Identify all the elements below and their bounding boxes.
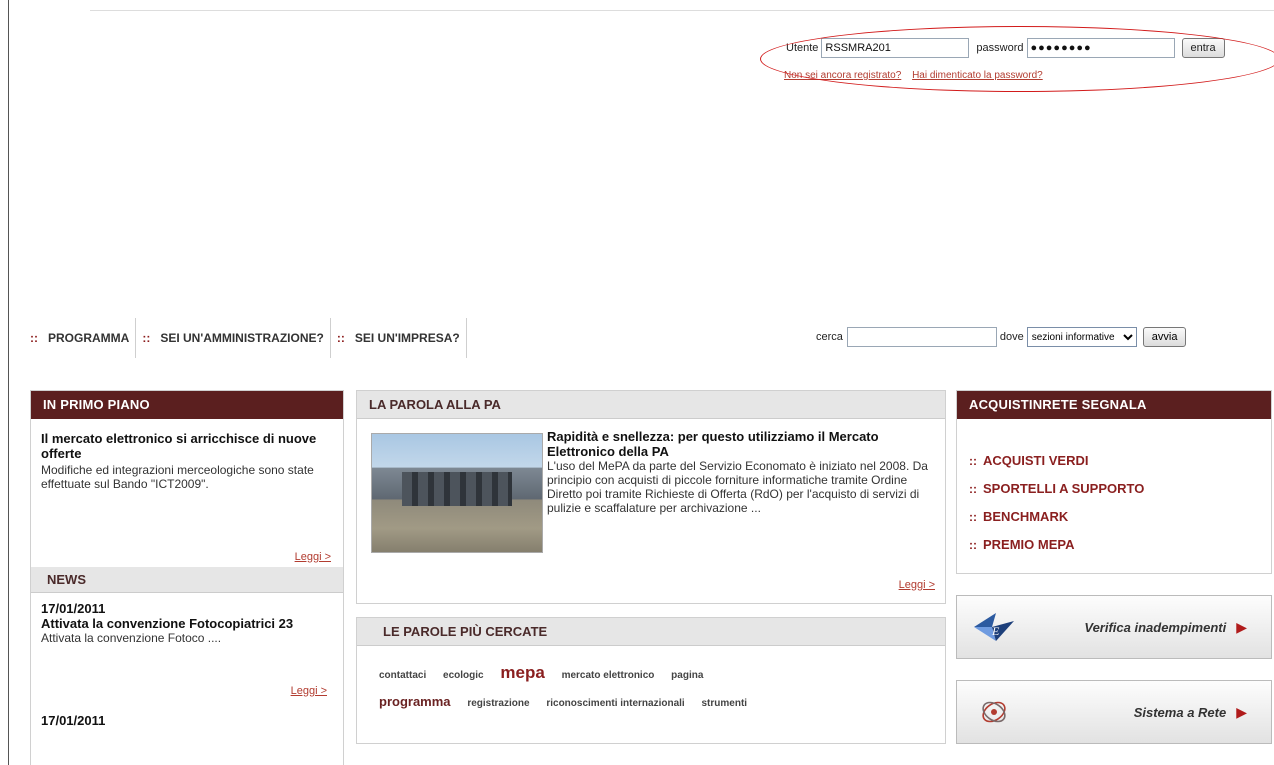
banner-label: Verifica inadempimenti	[1084, 619, 1227, 635]
nav-item-amministrazione[interactable]: :: SEI UN'AMMINISTRAZIONE?	[136, 318, 331, 358]
login-form: Utente password entra	[786, 38, 1225, 58]
tag-programma[interactable]: programma	[379, 694, 451, 709]
primo-piano-title[interactable]: Il mercato elettronico si arricchisce di…	[41, 431, 333, 461]
news-date: 17/01/2011	[41, 713, 106, 728]
tag-contattaci[interactable]: contattaci	[379, 670, 426, 681]
nav-label: PROGRAMMA	[48, 331, 130, 345]
segnala-item-benchmark[interactable]: :: BENCHMARK	[969, 503, 1259, 531]
primo-piano-header: IN PRIMO PIANO	[31, 391, 343, 419]
primo-piano-more-link[interactable]: Leggi >	[295, 551, 331, 563]
login-button[interactable]: entra	[1181, 38, 1225, 58]
bullet-icon: ::	[142, 331, 151, 345]
user-label: Utente	[786, 42, 819, 54]
svg-text:E: E	[991, 624, 1000, 638]
left-column: IN PRIMO PIANO Il mercato elettronico si…	[30, 390, 344, 765]
search-bar: cerca dove sezioni informative avvia	[816, 327, 1187, 347]
segnala-item-sportelli[interactable]: :: SPORTELLI A SUPPORTO	[969, 475, 1259, 503]
parola-pa-body: Rapidità e snellezza: per questo utilizz…	[547, 429, 941, 515]
search-label: cerca	[816, 331, 843, 343]
news-date: 17/01/2011	[41, 601, 106, 616]
bullet-icon: ::	[969, 454, 977, 468]
parole-cercate-header: LE PAROLE PIÙ CERCATE	[357, 618, 945, 646]
bullet-icon: ::	[969, 538, 977, 552]
news-more-link[interactable]: Leggi >	[291, 685, 327, 697]
bullet-icon: ::	[30, 331, 38, 345]
banner-label: Sistema a Rete	[1133, 704, 1227, 720]
news-header: NEWS	[31, 567, 343, 593]
login-highlight-ellipse	[760, 26, 1274, 92]
segnala-label: SPORTELLI A SUPPORTO	[983, 481, 1145, 496]
left-border	[8, 0, 9, 765]
network-logo-icon	[967, 688, 1021, 736]
parola-pa-text: L'uso del MePA da parte del Servizio Eco…	[547, 459, 928, 515]
register-link[interactable]: Non sei ancora registrato?	[784, 70, 901, 81]
parola-pa-more-link[interactable]: Leggi >	[899, 579, 935, 591]
section-select[interactable]: sezioni informative	[1026, 327, 1137, 347]
segnala-header: ACQUISTINRETE SEGNALA	[957, 391, 1271, 419]
segnala-item-premio-mepa[interactable]: :: PREMIO MEPA	[969, 531, 1259, 559]
forgot-password-link[interactable]: Hai dimenticato la password?	[912, 70, 1043, 81]
parola-pa-panel: LA PAROLA ALLA PA Rapidità e snellezza: …	[356, 390, 946, 604]
tag-riconoscimenti[interactable]: riconoscimenti internazionali	[546, 698, 684, 709]
tag-ecologic[interactable]: ecologic	[443, 670, 484, 681]
primo-piano-body: Il mercato elettronico si arricchisce di…	[31, 419, 343, 567]
bullet-icon: ::	[969, 510, 977, 524]
bullet-icon: ::	[969, 482, 977, 496]
verifica-inadempimenti-banner[interactable]: E Verifica inadempimenti ▶	[956, 595, 1272, 659]
arrow-right-icon: ▶	[1236, 703, 1247, 720]
segnala-item-acquisti-verdi[interactable]: :: ACQUISTI VERDI	[969, 447, 1259, 475]
segnala-label: BENCHMARK	[983, 509, 1069, 524]
segnala-panel: ACQUISTINRETE SEGNALA :: ACQUISTI VERDI :…	[956, 390, 1272, 574]
tag-mercato-elettronico[interactable]: mercato elettronico	[562, 670, 655, 681]
primo-piano-text: Modifiche ed integrazioni merceologiche …	[41, 463, 314, 491]
segnala-list: :: ACQUISTI VERDI :: SPORTELLI A SUPPORTO …	[957, 419, 1271, 559]
search-input[interactable]	[846, 327, 997, 347]
tag-cloud: contattaci ecologic mepa mercato elettro…	[357, 646, 945, 731]
nav-item-impresa[interactable]: :: SEI UN'IMPRESA?	[331, 318, 467, 358]
parole-cercate-panel: LE PAROLE PIÙ CERCATE contattaci ecologi…	[356, 617, 946, 744]
building-photo	[371, 433, 543, 553]
nav-item-programma[interactable]: :: PROGRAMMA	[30, 318, 137, 358]
nav-label: SEI UN'AMMINISTRAZIONE?	[160, 331, 324, 345]
main-nav: :: PROGRAMMA :: SEI UN'AMMINISTRAZIONE? …	[30, 318, 467, 358]
tag-pagina[interactable]: pagina	[671, 670, 703, 681]
sistema-a-rete-banner[interactable]: Sistema a Rete ▶	[956, 680, 1272, 744]
segnala-label: PREMIO MEPA	[983, 537, 1075, 552]
top-border	[90, 10, 1274, 11]
segnala-label: ACQUISTI VERDI	[983, 453, 1089, 468]
news-item-1: 17/01/2011 Attivata la convenzione Fotoc…	[31, 593, 343, 705]
user-input[interactable]	[821, 38, 970, 58]
tag-mepa[interactable]: mepa	[500, 663, 544, 682]
login-links: Non sei ancora registrato? Hai dimentica…	[784, 70, 1051, 81]
tag-strumenti[interactable]: strumenti	[701, 698, 747, 709]
equitalia-logo-icon: E	[967, 603, 1021, 651]
news-text: Attivata la convenzione Fotoco ....	[41, 631, 222, 645]
news-item-2: 17/01/2011	[31, 705, 343, 728]
password-label: password	[976, 42, 1024, 54]
news-title[interactable]: Attivata la convenzione Fotocopiatrici 2…	[41, 616, 333, 631]
tag-registrazione[interactable]: registrazione	[467, 698, 529, 709]
bullet-icon: ::	[336, 331, 345, 345]
dove-label: dove	[999, 331, 1024, 343]
arrow-right-icon: ▶	[1236, 618, 1247, 635]
parola-pa-header: LA PAROLA ALLA PA	[357, 391, 945, 419]
password-input[interactable]	[1026, 38, 1175, 58]
search-button[interactable]: avvia	[1142, 327, 1187, 347]
parola-pa-title[interactable]: Rapidità e snellezza: per questo utilizz…	[547, 429, 941, 459]
nav-label: SEI UN'IMPRESA?	[354, 331, 460, 345]
